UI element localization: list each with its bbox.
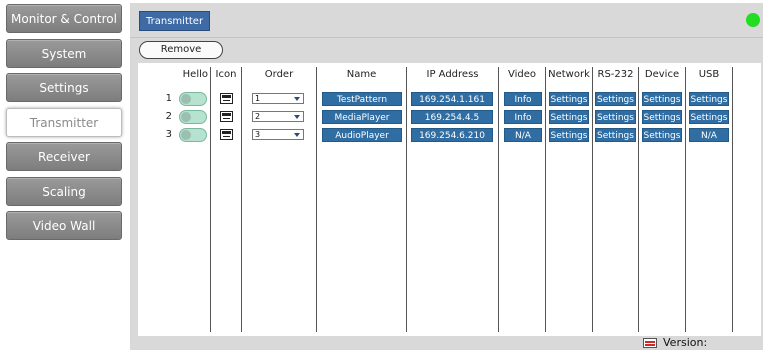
sidebar-item-scaling[interactable]: Scaling [6, 177, 122, 206]
chevron-down-icon [294, 97, 300, 101]
column-divider [498, 67, 499, 332]
ip-address-button[interactable]: 169.254.6.210 [411, 128, 493, 142]
column-header-device: Device [644, 69, 680, 80]
network-settings-button[interactable]: Settings [549, 110, 589, 124]
column-header-network: Network [548, 69, 590, 80]
top-bar: Transmitter [130, 3, 763, 38]
usb-settings-button[interactable]: Settings [689, 92, 729, 106]
rs232-settings-button[interactable]: Settings [595, 92, 636, 106]
sidebar-item-video-wall[interactable]: Video Wall [6, 211, 122, 240]
video-info-button[interactable]: N/A [504, 128, 542, 142]
column-divider [732, 67, 733, 332]
video-info-button[interactable]: Info [504, 92, 542, 106]
status-indicator [746, 13, 760, 27]
sidebar: Monitor & Control System Settings Transm… [0, 0, 128, 350]
column-divider [316, 67, 317, 332]
footer-bar: Version: [130, 336, 763, 350]
video-info-button[interactable]: Info [504, 110, 542, 124]
device-settings-button[interactable]: Settings [642, 128, 682, 142]
transmitter-table: Hello Icon Order Name IP Address Video N… [138, 63, 761, 336]
usb-settings-button[interactable]: N/A [689, 128, 729, 142]
hello-toggle[interactable] [179, 110, 207, 124]
column-divider [638, 67, 639, 332]
remove-button[interactable]: Remove [139, 41, 223, 59]
column-header-usb: USB [698, 69, 720, 80]
rs232-settings-button[interactable]: Settings [595, 110, 636, 124]
column-divider [592, 67, 593, 332]
sidebar-item-settings[interactable]: Settings [6, 73, 122, 102]
column-header-order: Order [264, 69, 294, 80]
usb-settings-button[interactable]: Settings [689, 110, 729, 124]
device-icon [220, 111, 233, 122]
sidebar-item-system[interactable]: System [6, 39, 122, 68]
network-settings-button[interactable]: Settings [549, 92, 589, 106]
row-number: 1 [165, 93, 172, 104]
order-select-value: 2 [255, 112, 261, 121]
column-divider [685, 67, 686, 332]
hello-toggle[interactable] [179, 128, 207, 142]
order-select-value: 1 [255, 94, 261, 103]
column-header-icon: Icon [215, 69, 237, 80]
column-header-ip-address: IP Address [426, 69, 479, 80]
order-select[interactable]: 2 [252, 111, 304, 122]
column-header-name: Name [346, 69, 377, 80]
tab-transmitter[interactable]: Transmitter [139, 11, 211, 31]
column-header-rs232: RS-232 [597, 69, 634, 80]
row-number: 3 [165, 129, 172, 140]
device-icon [220, 93, 233, 104]
version-label: Version: [663, 336, 708, 349]
hello-toggle[interactable] [179, 92, 207, 106]
name-button[interactable]: TestPattern [322, 92, 402, 106]
chevron-down-icon [294, 115, 300, 119]
keyboard-icon[interactable] [643, 338, 657, 348]
sidebar-item-transmitter[interactable]: Transmitter [6, 108, 122, 137]
ip-address-button[interactable]: 169.254.4.5 [411, 110, 493, 124]
toggle-knob [181, 112, 191, 122]
network-settings-button[interactable]: Settings [549, 128, 589, 142]
rs232-settings-button[interactable]: Settings [595, 128, 636, 142]
column-divider [210, 67, 211, 332]
name-button[interactable]: MediaPlayer [322, 110, 402, 124]
column-divider [545, 67, 546, 332]
column-divider [406, 67, 407, 332]
order-select[interactable]: 3 [252, 129, 304, 140]
column-header-hello: Hello [182, 69, 208, 80]
row-number: 2 [165, 111, 172, 122]
device-icon [220, 129, 233, 140]
toggle-knob [181, 130, 191, 140]
toggle-knob [181, 94, 191, 104]
device-settings-button[interactable]: Settings [642, 110, 682, 124]
order-select[interactable]: 1 [252, 93, 304, 104]
ip-address-button[interactable]: 169.254.1.161 [411, 92, 493, 106]
sidebar-item-receiver[interactable]: Receiver [6, 142, 122, 171]
main-panel: Transmitter Remove Hello Icon Order Name… [130, 3, 763, 350]
device-settings-button[interactable]: Settings [642, 92, 682, 106]
name-button[interactable]: AudioPlayer [322, 128, 402, 142]
order-select-value: 3 [255, 130, 261, 139]
sidebar-item-monitor-control[interactable]: Monitor & Control [6, 4, 122, 33]
column-divider [241, 67, 242, 332]
column-header-video: Video [507, 69, 537, 80]
chevron-down-icon [294, 133, 300, 137]
